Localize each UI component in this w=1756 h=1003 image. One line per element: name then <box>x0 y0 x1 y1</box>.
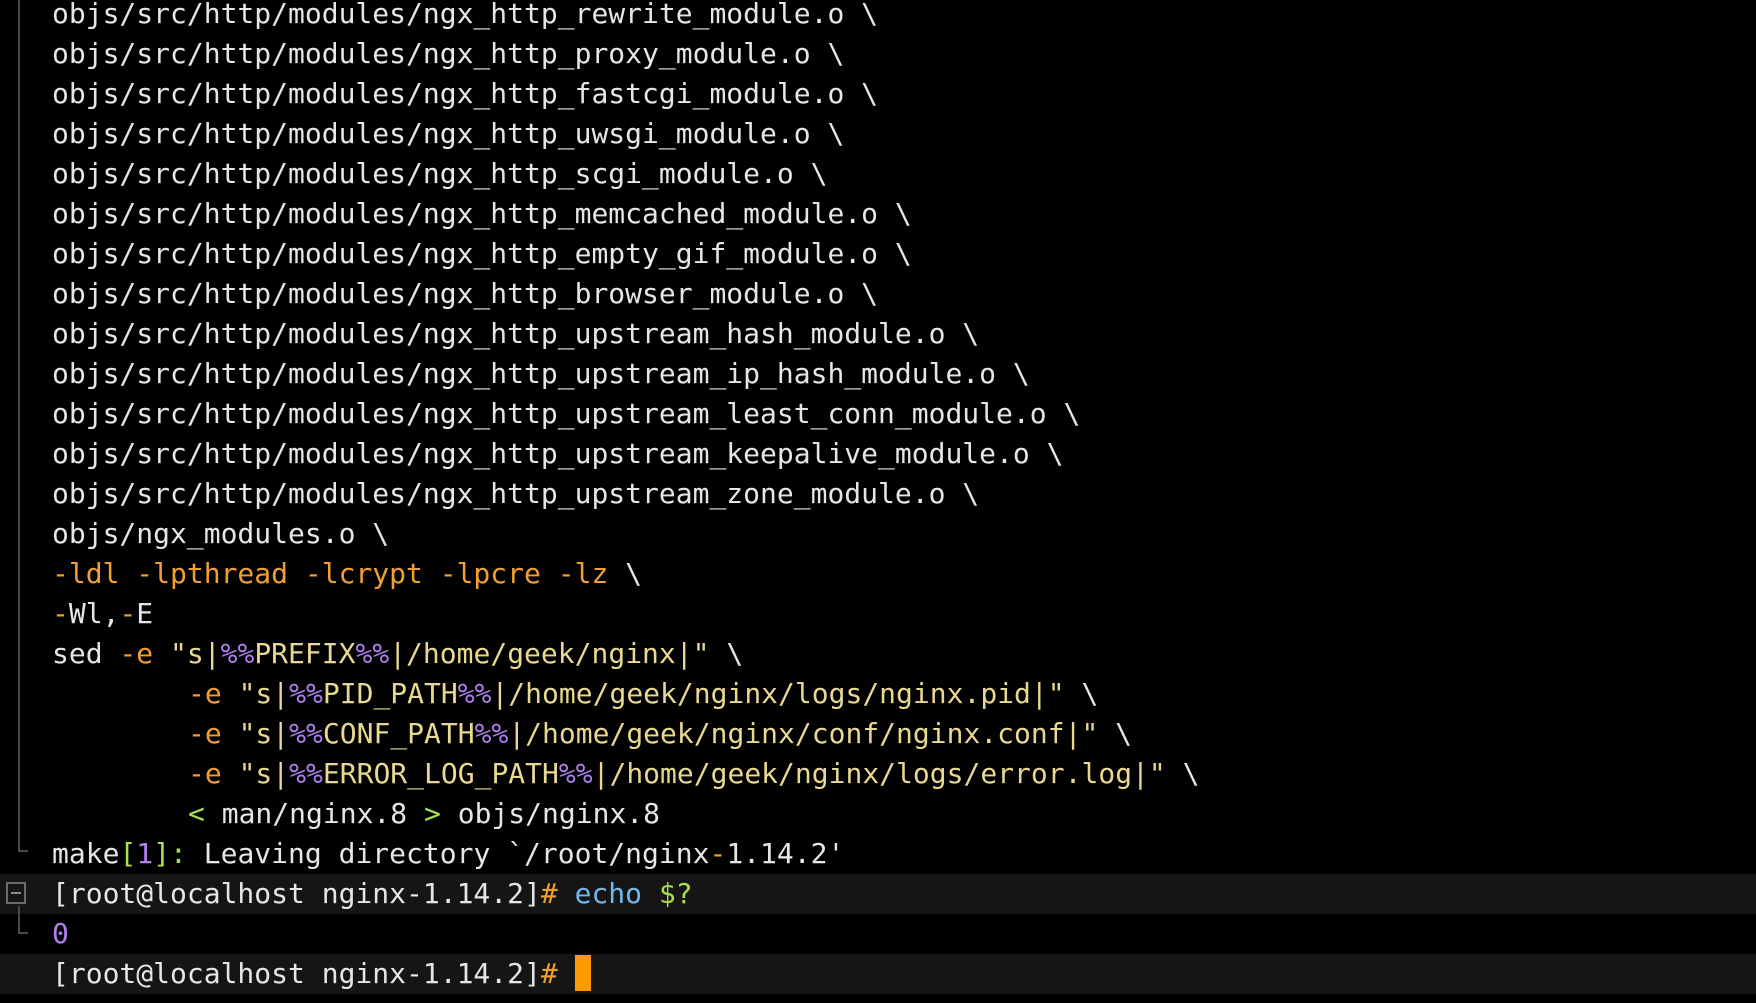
output-line: objs/src/http/modules/ngx_http_memcached… <box>52 197 912 230</box>
sed-pct: %% <box>457 677 492 710</box>
make-command: make <box>52 837 120 870</box>
sed-option: -e <box>188 757 222 790</box>
shell-prompt: [root@localhost nginx-1.14.2] <box>52 877 541 910</box>
output-line: objs/src/http/modules/ngx_http_upstream_… <box>52 477 980 510</box>
make-leave-line: make[1]: Leaving directory `/root/nginx-… <box>52 834 1756 874</box>
link-flags: -ldl -lpthread -lcrypt -lpcre -lz <box>52 557 609 590</box>
wl-comma: , <box>102 597 120 630</box>
output-line: objs/src/http/modules/ngx_http_rewrite_m… <box>52 0 879 30</box>
output-line: objs/src/http/modules/ngx_http_scgi_modu… <box>52 157 828 190</box>
wl-e-dash: - <box>119 597 137 630</box>
output-line: objs/src/http/modules/ngx_http_upstream_… <box>52 317 980 350</box>
fold-collapse-icon[interactable] <box>6 882 26 904</box>
command-echo: echo <box>557 877 643 910</box>
line-continuation: \ <box>608 557 643 590</box>
sed-quote: "s| <box>238 717 290 750</box>
make-version: 1.14.2' <box>726 837 845 870</box>
make-level: 1 <box>136 837 154 870</box>
line-continuation: \ <box>1098 717 1133 750</box>
text-cursor <box>574 955 591 991</box>
make-message: Leaving directory `/root/nginx <box>186 837 710 870</box>
fold-guide-line <box>18 906 20 934</box>
sed-pct: %% <box>220 637 255 670</box>
line-continuation: \ <box>1064 677 1099 710</box>
line-continuation: \ <box>1165 757 1200 790</box>
man-output: objs/nginx.8 <box>440 797 661 830</box>
prompt-hash: # <box>540 877 558 910</box>
sed-quote: "s| <box>170 637 221 670</box>
link-flags-line: -ldl -lpthread -lcrypt -lpcre -lz \ <box>52 554 1756 594</box>
output-line: objs/src/http/modules/ngx_http_upstream_… <box>52 357 1030 390</box>
sed-line: -e "s|%%ERROR_LOG_PATH%%|/home/geek/ngin… <box>52 754 1756 794</box>
sed-var: CONF_PATH <box>322 717 475 750</box>
sed-value: |/home/geek/nginx/logs/nginx.pid|" <box>491 677 1065 710</box>
output-line: objs/src/http/modules/ngx_http_upstream_… <box>52 397 1081 430</box>
terminal-output: objs/src/http/modules/ngx_http_rewrite_m… <box>52 0 1756 994</box>
sed-quote: "s| <box>238 757 290 790</box>
wl-e: E <box>136 597 154 630</box>
prompt-line: [root@localhost nginx-1.14.2]# echo $? <box>52 874 1756 914</box>
sed-pct: %% <box>474 717 509 750</box>
exit-code: 0 <box>52 917 69 950</box>
output-line: objs/src/http/modules/ngx_http_uwsgi_mod… <box>52 117 845 150</box>
terminal-window[interactable]: objs/src/http/modules/ngx_http_rewrite_m… <box>0 0 1756 1003</box>
make-bracket: [ <box>119 837 137 870</box>
sed-line: sed -e "s|%%PREFIX%%|/home/geek/nginx|" … <box>52 634 1756 674</box>
make-bracket: ]: <box>153 837 187 870</box>
shell-prompt: [root@localhost nginx-1.14.2] <box>52 957 541 990</box>
redirect-out: > <box>424 797 441 830</box>
output-line: objs/src/http/modules/ngx_http_proxy_mod… <box>52 37 845 70</box>
sed-pct: %% <box>558 757 593 790</box>
sed-pct: %% <box>289 757 323 790</box>
make-dash: - <box>709 837 727 870</box>
output-line: objs/src/http/modules/ngx_http_fastcgi_m… <box>52 77 879 110</box>
output-line: objs/ngx_modules.o \ <box>52 517 390 550</box>
sed-line: -e "s|%%PID_PATH%%|/home/geek/nginx/logs… <box>52 674 1756 714</box>
sed-option: -e <box>119 637 154 670</box>
wl-flags-line: -Wl,-E <box>52 594 1756 634</box>
prompt-line-current[interactable]: [root@localhost nginx-1.14.2]# <box>52 954 1756 994</box>
sed-line: -e "s|%%CONF_PATH%%|/home/geek/nginx/con… <box>52 714 1756 754</box>
sed-var: PID_PATH <box>322 677 458 710</box>
prompt-hash: # <box>540 957 558 990</box>
sed-option: -e <box>188 717 222 750</box>
fold-guide-end <box>18 850 28 852</box>
output-line: objs/src/http/modules/ngx_http_browser_m… <box>52 277 879 310</box>
sed-quote: "s| <box>238 677 290 710</box>
sed-pct: %% <box>289 677 323 710</box>
fold-guide-line <box>18 0 20 852</box>
fold-guide-end <box>18 932 28 934</box>
line-continuation: \ <box>709 637 744 670</box>
man-input: man/nginx.8 <box>204 797 425 830</box>
sed-value: |/home/geek/nginx/logs/error.log|" <box>592 757 1166 790</box>
sed-var: PREFIX <box>254 637 356 670</box>
output-line: objs/src/http/modules/ngx_http_upstream_… <box>52 437 1064 470</box>
sed-option: -e <box>188 677 222 710</box>
output-line: objs/src/http/modules/ngx_http_empty_gif… <box>52 237 912 270</box>
exit-code-line: 0 <box>52 914 1756 954</box>
sed-var: ERROR_LOG_PATH <box>322 757 559 790</box>
sed-value: |/home/geek/nginx|" <box>389 637 710 670</box>
wl-dash: - <box>52 597 69 630</box>
command-arg: $? <box>642 877 693 910</box>
wl-flag: Wl <box>68 597 103 630</box>
sed-value: |/home/geek/nginx/conf/nginx.conf|" <box>508 717 1099 750</box>
redirect-in: < <box>188 797 205 830</box>
sed-pct: %% <box>289 717 323 750</box>
sed-redirect-line: < man/nginx.8 > objs/nginx.8 <box>52 794 1756 834</box>
sed-pct: %% <box>355 637 390 670</box>
sed-command: sed <box>52 637 103 670</box>
